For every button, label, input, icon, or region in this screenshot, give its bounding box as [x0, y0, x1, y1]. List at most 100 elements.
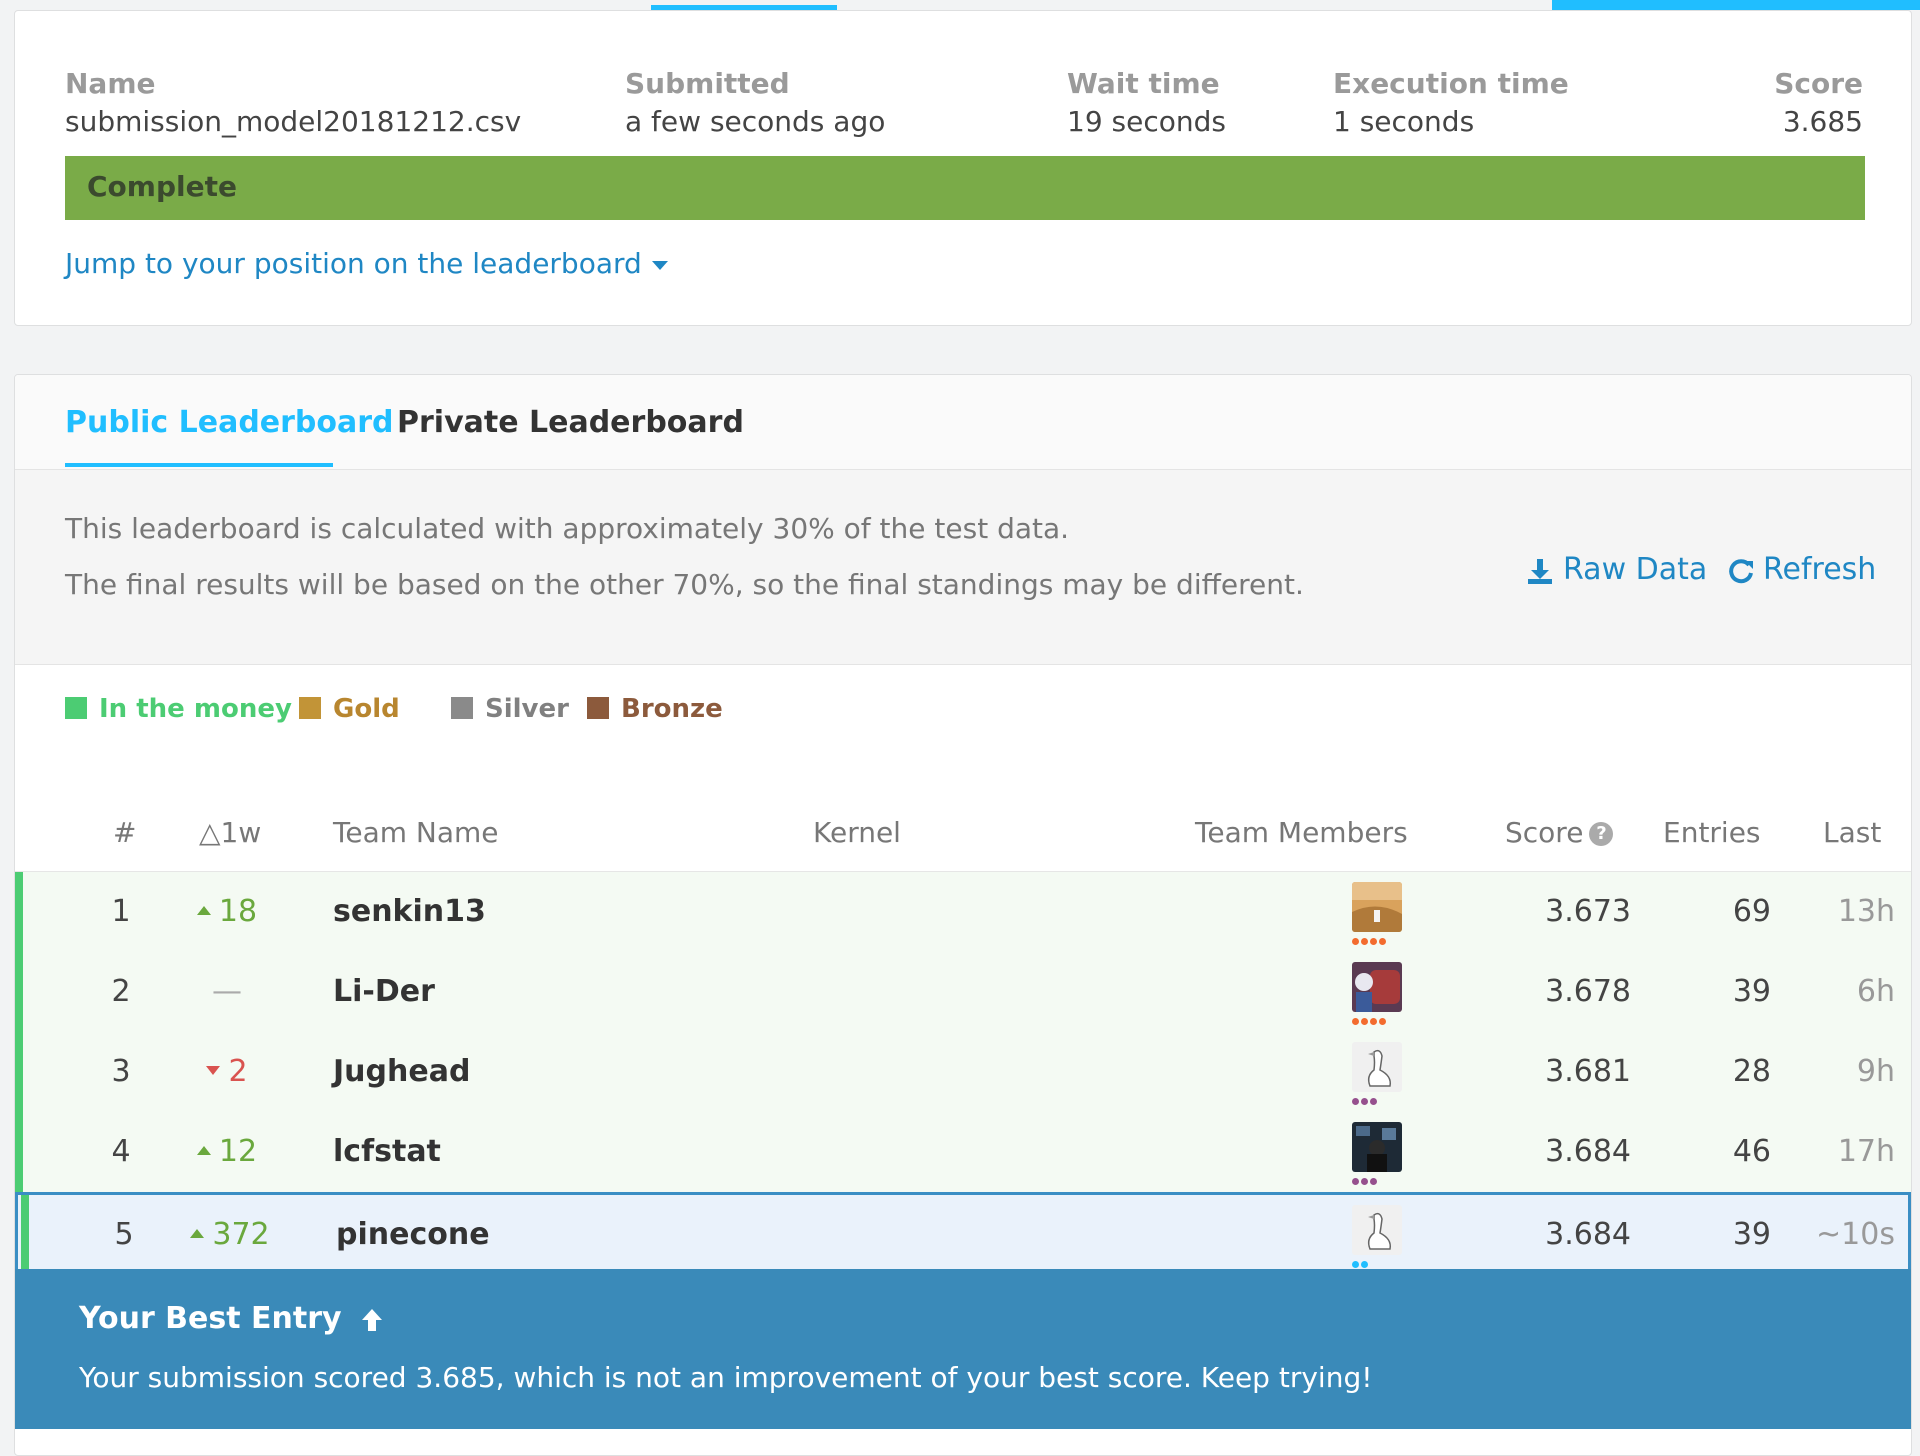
arrow-up-icon	[196, 1146, 211, 1155]
avatar[interactable]	[1352, 882, 1402, 932]
status-bar: Complete	[65, 156, 1865, 220]
row-entries: 39	[1732, 974, 1771, 1009]
avatar-image	[1352, 1122, 1402, 1172]
row-rank: 3	[111, 1054, 131, 1089]
header-delta[interactable]: △1w	[199, 815, 261, 851]
row-team-name[interactable]: lcfstat	[333, 1132, 441, 1172]
notice-line-1: This leaderboard is calculated with appr…	[65, 512, 1070, 545]
row-delta: —	[167, 972, 287, 1012]
jump-to-position-link[interactable]: Jump to your position on the leaderboard	[65, 247, 668, 280]
avatar[interactable]	[1352, 1122, 1402, 1172]
row-last: 6h	[1856, 974, 1895, 1009]
row-team-name[interactable]: pinecone	[336, 1215, 490, 1255]
in-the-money-indicator	[15, 872, 23, 952]
table-row[interactable]: 3 2 Jughead 3.681 28 9h	[15, 1032, 1911, 1113]
in-the-money-indicator	[21, 1195, 29, 1271]
row-entries: 69	[1732, 894, 1771, 929]
tier-dots	[1352, 1098, 1379, 1105]
submitted-label: Submitted	[625, 67, 790, 100]
row-score: 3.673	[1545, 894, 1631, 929]
goose-avatar-icon	[1352, 1205, 1402, 1255]
wait-time-column: Wait time 19 seconds	[1067, 66, 1226, 142]
submission-name-column: Name submission_model20181212.csv	[65, 66, 521, 142]
row-rank: 5	[114, 1217, 134, 1252]
caret-down-icon	[651, 260, 668, 270]
avatar[interactable]	[1352, 962, 1402, 1012]
submitted-value: a few seconds ago	[625, 105, 886, 138]
download-icon	[1528, 558, 1552, 584]
row-score: 3.681	[1545, 1054, 1631, 1089]
jump-link-label: Jump to your position on the leaderboard	[65, 247, 642, 280]
my-team-row[interactable]: 5 372 pinecone 3.684 39 ~10s	[15, 1192, 1911, 1274]
leaderboard-notice: This leaderboard is calculated with appr…	[15, 470, 1911, 665]
row-last: 9h	[1856, 1054, 1895, 1089]
row-score: 3.684	[1545, 1134, 1631, 1169]
row-rank: 2	[111, 974, 131, 1009]
tier-dots	[1352, 1261, 1370, 1268]
leaderboard-card: Public Leaderboard Private Leaderboard T…	[14, 374, 1912, 1456]
avatar-image	[1352, 882, 1402, 932]
score-label: Score	[1774, 67, 1863, 100]
row-last: 13h	[1837, 894, 1895, 929]
submitted-column: Submitted a few seconds ago	[625, 66, 885, 142]
tier-dots	[1352, 1178, 1379, 1185]
score-column: Score 3.685	[1774, 66, 1863, 142]
header-score-label: Score	[1505, 816, 1584, 849]
row-delta-value: 372	[212, 1217, 270, 1252]
tab-private-leaderboard[interactable]: Private Leaderboard	[397, 403, 744, 443]
legend-label: Gold	[333, 694, 400, 724]
tab-public-leaderboard[interactable]: Public Leaderboard	[65, 403, 394, 443]
refresh-label: Refresh	[1763, 552, 1877, 587]
header-team-name[interactable]: Team Name	[333, 815, 499, 851]
row-delta: 18	[167, 892, 287, 932]
raw-data-button[interactable]: Raw Data	[1525, 552, 1707, 587]
header-rank[interactable]: #	[113, 815, 136, 851]
table-row[interactable]: 2 — Li-Der 3.678 39 6h	[15, 952, 1911, 1033]
best-entry-title: Your Best Entry	[79, 1301, 384, 1336]
submit-button-edge[interactable]	[1552, 0, 1920, 10]
submission-name-label: Name	[65, 67, 156, 100]
row-delta-value: 12	[218, 1134, 258, 1169]
help-icon[interactable]: ?	[1589, 822, 1614, 846]
legend-swatch	[299, 696, 321, 719]
legend-label: Bronze	[621, 694, 723, 724]
row-team-name[interactable]: Li-Der	[333, 972, 435, 1012]
avatar[interactable]	[1352, 1042, 1402, 1092]
in-the-money-indicator	[15, 952, 23, 1032]
header-entries[interactable]: Entries	[1663, 815, 1761, 851]
in-the-money-indicator	[15, 1112, 23, 1192]
row-delta: 12	[167, 1132, 287, 1172]
in-the-money-indicator	[15, 1032, 23, 1112]
wait-time-label: Wait time	[1067, 67, 1220, 100]
row-entries: 46	[1732, 1134, 1771, 1169]
row-delta: 372	[170, 1215, 290, 1255]
active-tab-underline	[65, 463, 333, 467]
legend-swatch	[451, 696, 473, 719]
leaderboard-table-header: # △1w Team Name Kernel Team Members Scor…	[15, 795, 1911, 873]
row-team-name[interactable]: senkin13	[333, 892, 486, 932]
row-last: 17h	[1837, 1134, 1895, 1169]
refresh-button[interactable]: Refresh	[1727, 552, 1876, 587]
avatar[interactable]	[1352, 1205, 1402, 1255]
wait-time-value: 19 seconds	[1067, 105, 1226, 138]
legend-bronze: Bronze	[587, 689, 723, 729]
header-kernel: Kernel	[813, 816, 901, 849]
arrow-up-icon	[362, 1308, 383, 1331]
row-last: ~10s	[1816, 1217, 1895, 1252]
arrow-up-icon	[196, 906, 211, 915]
header-last[interactable]: Last	[1823, 815, 1881, 851]
row-rank: 1	[111, 894, 131, 929]
legend-label: In the money	[99, 694, 292, 724]
legend-swatch	[587, 696, 609, 719]
execution-time-label: Execution time	[1333, 67, 1569, 100]
row-rank: 4	[111, 1134, 131, 1169]
table-row[interactable]: 4 12 lcfstat 3.684 46 17h	[15, 1112, 1911, 1193]
arrow-down-icon	[206, 1066, 221, 1075]
header-score[interactable]: Score?	[1505, 815, 1614, 851]
leaderboard-tabs: Public Leaderboard Private Leaderboard	[15, 375, 1911, 470]
row-entries: 39	[1732, 1217, 1771, 1252]
refresh-icon	[1729, 558, 1753, 583]
row-team-name[interactable]: Jughead	[333, 1052, 470, 1092]
goose-avatar-icon	[1352, 1042, 1402, 1092]
table-row[interactable]: 1 18 senkin13 3.673 69 13h	[15, 872, 1911, 953]
